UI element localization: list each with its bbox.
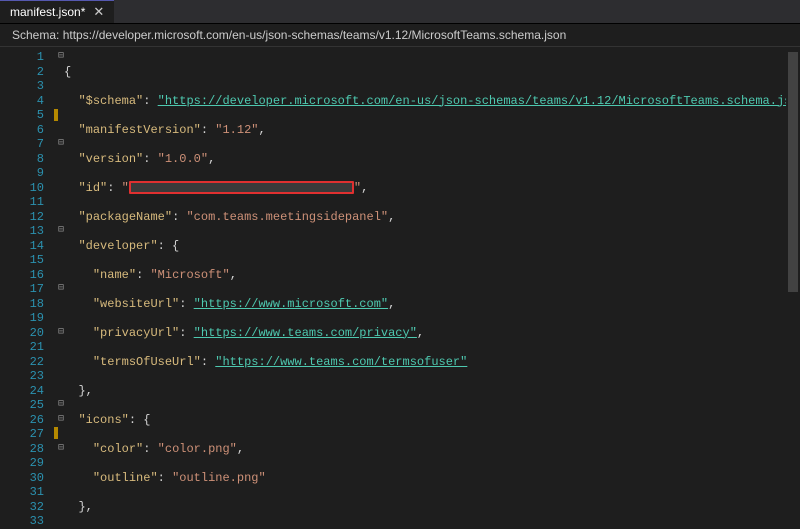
code-editor[interactable]: 1234567891011121314151617181920212223242… [0,47,800,528]
schema-label: Schema: [12,28,59,42]
vertical-scrollbar[interactable] [786,48,800,529]
scrollbar-thumb[interactable] [788,52,798,292]
close-icon[interactable]: ✕ [93,4,104,20]
redacted-id [129,181,354,194]
file-tab[interactable]: manifest.json* ✕ [0,0,114,23]
schema-url[interactable]: https://developer.microsoft.com/en-us/js… [63,28,567,42]
schema-bar: Schema: https://developer.microsoft.com/… [0,24,800,47]
tab-title: manifest.json* [10,5,85,19]
line-number-gutter: 1234567891011121314151617181920212223242… [0,47,52,528]
code-content[interactable]: { "$schema": "https://developer.microsof… [64,47,800,528]
tab-bar: manifest.json* ✕ [0,0,800,24]
